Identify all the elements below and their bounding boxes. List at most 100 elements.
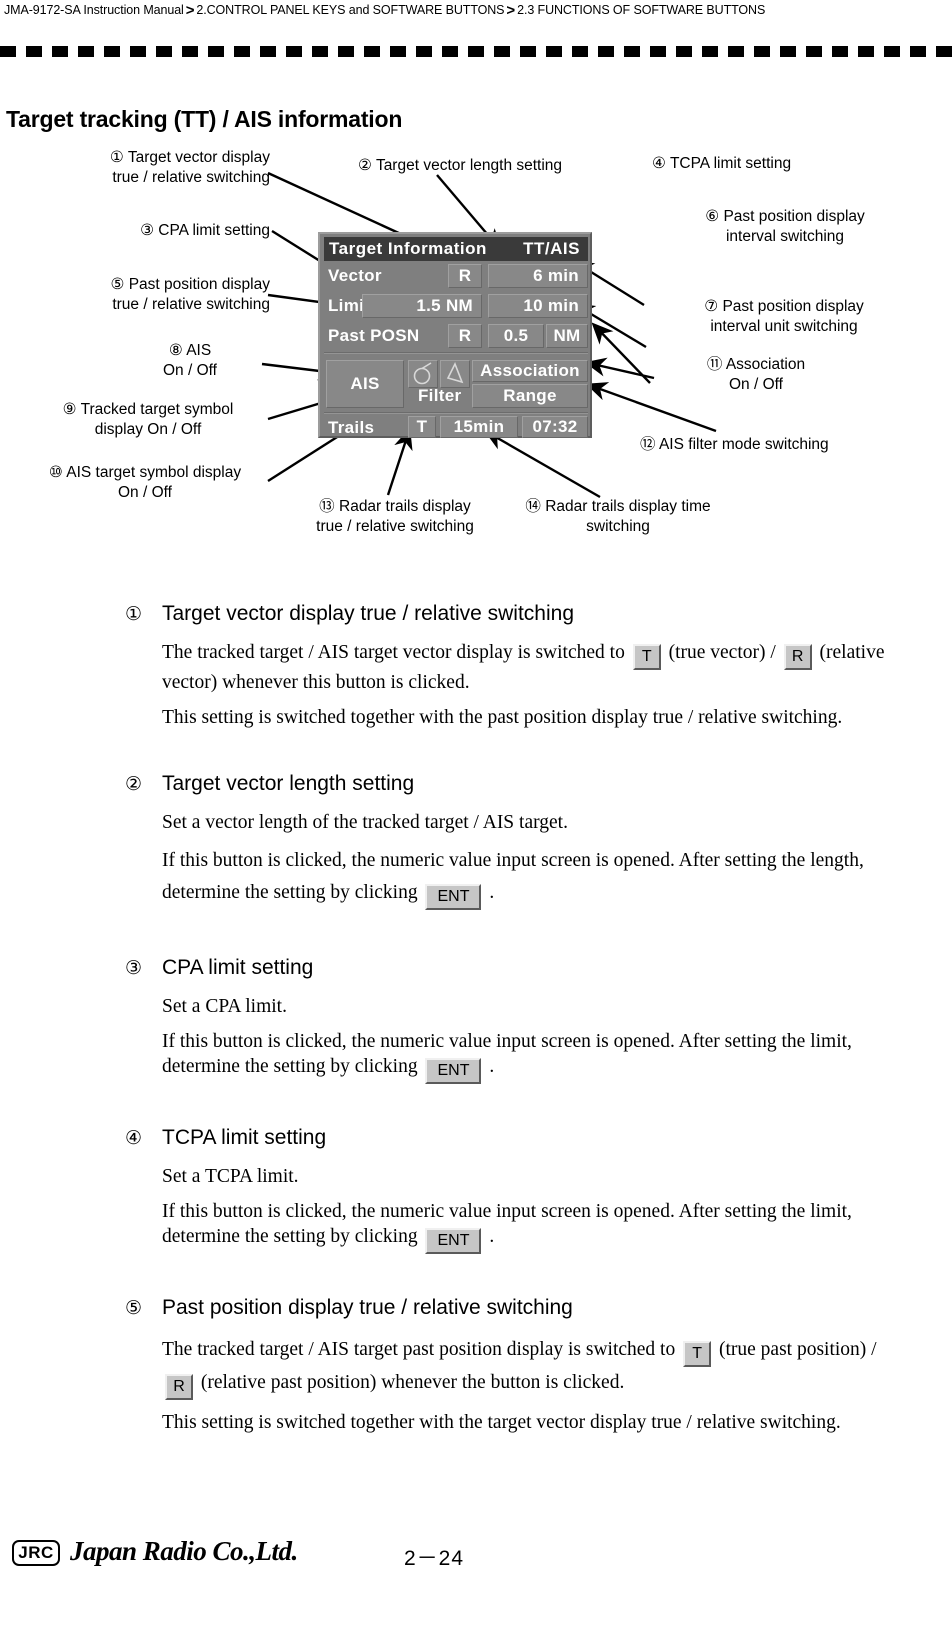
past-position-interval-unit-button[interactable]: NM (546, 324, 588, 348)
callout-label-14: ⑭ Radar trails display time switching (504, 497, 732, 537)
page-number: 2－24 (404, 1547, 465, 1570)
item-4-paragraph-1: Set a TCPA limit. (162, 1166, 299, 1187)
ais-filter-mode-button[interactable]: Range (472, 384, 588, 408)
dash-segment (910, 46, 926, 57)
dash-segment (104, 46, 120, 57)
dash-segment (130, 46, 146, 57)
item-4-number: ④ (125, 1128, 143, 1149)
callout-label-3: ③ CPA limit setting (40, 221, 270, 241)
radar-trails-time-button[interactable]: 15min (440, 416, 518, 438)
callout-num-9: ⑨ (62, 401, 77, 418)
panel-divider-2 (324, 412, 588, 414)
page-footer: JRC Japan Radio Co.,Ltd. 2－24 (0, 1528, 952, 1588)
item-1-p1-text-a: The tracked target / AIS target vector d… (162, 642, 625, 663)
dash-segment (494, 46, 510, 57)
ais-target-symbol-button[interactable] (440, 360, 470, 388)
dash-segment (338, 46, 354, 57)
item-2-p2-text-b: . (489, 882, 495, 903)
relative-vector-keycap[interactable]: R (783, 644, 812, 670)
jrc-logo-icon: JRC (12, 1540, 60, 1566)
dash-segment (416, 46, 432, 57)
ent-keycap-item-3[interactable]: ENT (425, 1058, 482, 1084)
callout-text-6: Past position display interval switching (723, 208, 865, 245)
item-5: ⑤ Past position display true / relative … (125, 1296, 915, 1445)
dash-segment (884, 46, 900, 57)
dash-segment (572, 46, 588, 57)
item-2-paragraph-2: If this button is clicked, the numeric v… (125, 845, 915, 910)
dash-segment (312, 46, 328, 57)
callout-label-2: ② Target vector length setting (358, 156, 628, 176)
item-1: ① Target vector display true / relative … (125, 602, 915, 740)
dash-segment (728, 46, 744, 57)
dash-segment (780, 46, 796, 57)
ent-keycap-item-4[interactable]: ENT (425, 1228, 482, 1254)
item-5-heading: ⑤ Past position display true / relative … (125, 1296, 915, 1320)
dash-segment (78, 46, 94, 57)
tracked-target-symbol-button[interactable] (408, 360, 438, 388)
dash-segment (208, 46, 224, 57)
panel-title-bar: Target Information TT/AIS (324, 237, 588, 261)
item-5-number: ⑤ (125, 1298, 143, 1319)
callout-label-7: ⑦ Past position display interval unit sw… (648, 297, 920, 337)
dash-segment (364, 46, 380, 57)
vector-true-relative-button[interactable]: R (448, 264, 482, 288)
item-5-p1-text-a: The tracked target / AIS target past pos… (162, 1339, 676, 1360)
dash-segment (832, 46, 848, 57)
true-vector-keycap[interactable]: T (632, 644, 661, 670)
callout-text-9: Tracked target symbol display On / Off (80, 401, 234, 438)
callout-num-5: ⑤ (110, 276, 125, 293)
true-past-position-keycap[interactable]: T (683, 1341, 712, 1367)
dash-segment (546, 46, 562, 57)
past-position-true-relative-button[interactable]: R (448, 324, 482, 348)
callout-label-4: ④ TCPA limit setting (652, 154, 932, 174)
callout-text-1: Target vector display true / relative sw… (112, 149, 270, 186)
page-title: Target tracking (TT) / AIS information (6, 106, 403, 132)
dash-segment (936, 46, 952, 57)
item-3-paragraph-2: If this button is clicked, the numeric v… (125, 1029, 915, 1084)
item-2-paragraph-1: Set a vector length of the tracked targe… (162, 812, 568, 833)
callout-num-10: ⑩ (48, 464, 63, 481)
panel-mode-tt-ais: TT/AIS (523, 239, 580, 258)
callout-text-2: Target vector length setting (375, 157, 563, 174)
item-4-paragraph-2: If this button is clicked, the numeric v… (125, 1199, 915, 1254)
item-2-number: ② (125, 774, 143, 795)
company-name: Japan Radio Co.,Ltd. (70, 1536, 298, 1566)
dash-segment (234, 46, 250, 57)
callout-num-7: ⑦ (704, 298, 719, 315)
item-4-title: TCPA limit setting (162, 1126, 327, 1149)
breadcrumb: JMA-9172-SA Instruction Manual >2.CONTROL… (4, 2, 834, 19)
dash-segment (858, 46, 874, 57)
dash-segment (52, 46, 68, 57)
item-2-title: Target vector length setting (162, 772, 415, 795)
callout-label-13: ⑬ Radar trails display true / relative s… (300, 497, 490, 537)
ent-keycap-item-2[interactable]: ENT (425, 884, 482, 910)
breadcrumb-part-2: 2.CONTROL PANEL KEYS and SOFTWARE BUTTON… (196, 3, 505, 17)
past-position-interval-button[interactable]: 0.5 (488, 324, 544, 348)
trails-row-label: Trails (328, 418, 375, 437)
vector-length-button[interactable]: 6 min (488, 264, 588, 288)
panel-title-text: Target Information (329, 239, 487, 258)
callout-text-5: Past position display true / relative sw… (112, 276, 270, 313)
association-on-off-button[interactable]: Association (472, 360, 588, 382)
dash-segment (676, 46, 692, 57)
callout-label-9: ⑨ Tracked target symbol display On / Off (26, 400, 270, 440)
dash-segment (598, 46, 614, 57)
cpa-limit-button[interactable]: 1.5 NM (362, 294, 482, 318)
breadcrumb-part-3: 2.3 FUNCTIONS OF SOFTWARE BUTTONS (517, 3, 766, 17)
dash-segment (520, 46, 536, 57)
radar-trails-true-relative-button[interactable]: T (408, 416, 436, 438)
item-3-heading: ③ CPA limit setting (125, 956, 915, 980)
past-posn-row-label: Past POSN (328, 326, 420, 345)
dash-segment (286, 46, 302, 57)
relative-past-position-keycap[interactable]: R (165, 1374, 193, 1400)
panel-divider-1 (324, 352, 588, 354)
callout-text-4: TCPA limit setting (669, 155, 792, 172)
ais-on-off-button[interactable]: AIS (326, 360, 404, 408)
callout-label-5: ⑤ Past position display true / relative … (30, 275, 270, 315)
item-5-title: Past position display true / relative sw… (162, 1296, 573, 1319)
target-information-panel: Target Information TT/AIS Vector R 6 min… (318, 232, 592, 438)
callout-num-3: ③ (140, 222, 154, 239)
callout-text-7: Past position display interval unit swit… (710, 298, 864, 335)
tcpa-limit-button[interactable]: 10 min (488, 294, 588, 318)
dash-segment (650, 46, 666, 57)
